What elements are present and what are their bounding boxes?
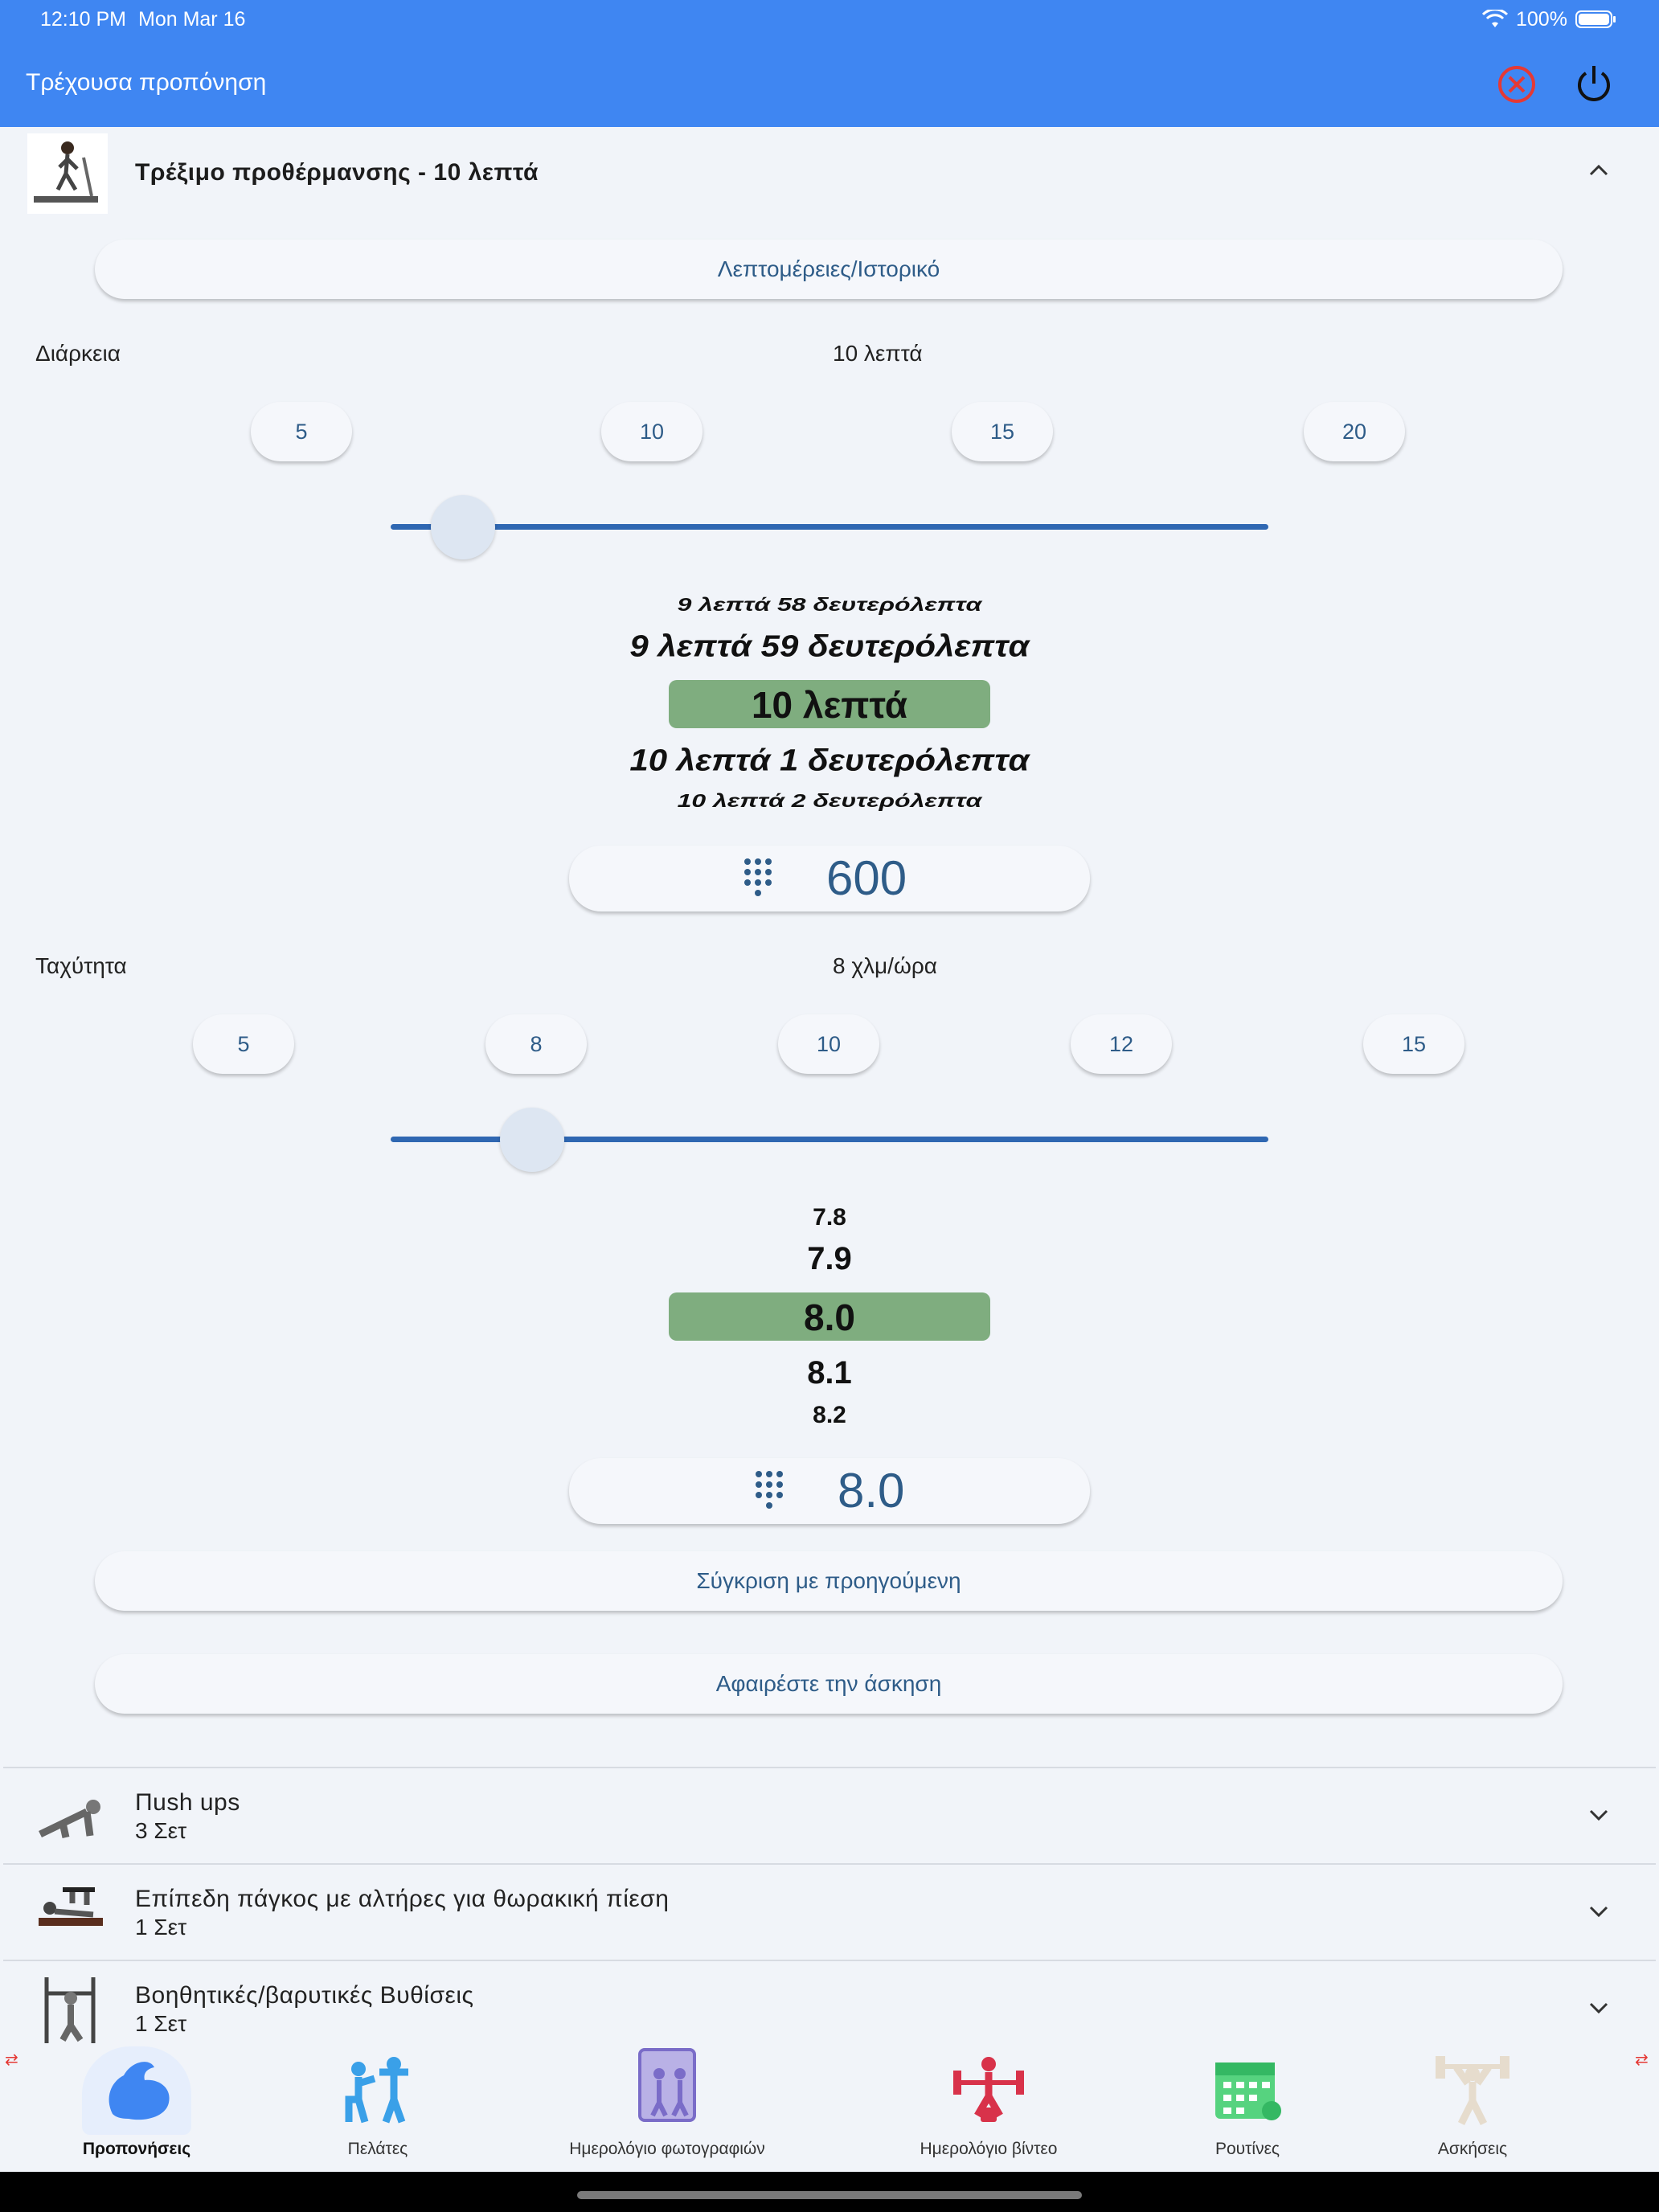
exercise-sets: 3 Σετ bbox=[135, 1818, 187, 1843]
barbell-exercise-icon bbox=[1432, 2048, 1513, 2132]
nav-label: Ρουτίνες bbox=[1215, 2140, 1280, 2158]
speed-chip-12[interactable]: 12 bbox=[1071, 1014, 1172, 1074]
remove-exercise-button[interactable]: Αφαιρέστε την άσκηση bbox=[95, 1654, 1563, 1714]
exercise-title: Επίπεδη πάγκος με αλτήρες για θωρακική π… bbox=[135, 1886, 670, 1912]
pushups-thumbnail bbox=[31, 1776, 111, 1857]
duration-chip-20[interactable]: 20 bbox=[1304, 402, 1405, 461]
status-time: 12:10 PM bbox=[40, 8, 127, 31]
status-date: Mon Mar 16 bbox=[138, 8, 246, 31]
duration-value: 10 λεπτά bbox=[833, 341, 923, 366]
nav-label: Πελάτες bbox=[347, 2140, 408, 2158]
speed-number-input[interactable]: 8.0 bbox=[569, 1458, 1090, 1524]
bottom-navigation: ⇄ ⇄ Προπονήσεις Πελάτες Ημερολόγιο φωτογ… bbox=[0, 2043, 1659, 2172]
duration-slider-thumb[interactable] bbox=[431, 495, 495, 559]
exercise-sets: 1 Σετ bbox=[135, 2011, 187, 2036]
treadmill-thumbnail bbox=[27, 133, 108, 214]
muscle-arm-icon bbox=[96, 2050, 177, 2134]
compare-previous-button[interactable]: Σύγκριση με προηγούμενη bbox=[95, 1551, 1563, 1611]
list-item[interactable]: Επίπεδη πάγκος με αλτήρες για θωρακική π… bbox=[3, 1865, 1656, 1961]
nav-item-clients[interactable]: Πελάτες bbox=[257, 2043, 498, 2164]
chevron-up-icon[interactable] bbox=[1587, 161, 1611, 184]
nav-label: Ασκήσεις bbox=[1437, 2140, 1508, 2158]
speed-chip-5[interactable]: 5 bbox=[193, 1014, 294, 1074]
home-indicator-area bbox=[0, 2172, 1659, 2212]
nav-item-exercises[interactable]: Ασκήσεις bbox=[1352, 2043, 1593, 2164]
speed-wheel-item[interactable]: 7.8 bbox=[0, 1204, 1659, 1231]
weightlifting-video-icon bbox=[950, 2051, 1027, 2129]
duration-wheel-selected[interactable]: 10 λεπτά bbox=[0, 683, 1659, 727]
home-indicator[interactable] bbox=[577, 2191, 1082, 2199]
speed-chip-10[interactable]: 10 bbox=[778, 1014, 879, 1074]
duration-wheel-item[interactable]: 9 λεπτά 58 δευτερόλεπτα bbox=[0, 594, 1659, 616]
wifi-icon bbox=[1481, 8, 1509, 33]
list-item[interactable]: Βοηθητικές/βαρυτικές Βυθίσεις 1 Σετ bbox=[3, 1961, 1656, 2043]
app-bar: 12:10 PM Mon Mar 16 100% Τρέχουσα προπόν… bbox=[0, 0, 1659, 127]
current-exercise-title: Τρέξιμο προθέρμανσης - 10 λεπτά bbox=[135, 159, 539, 186]
details-history-button[interactable]: Λεπτομέρειες/Ιστορικό bbox=[95, 240, 1563, 299]
duration-number-input[interactable]: 600 bbox=[569, 846, 1090, 911]
dips-thumbnail bbox=[31, 1969, 111, 2050]
duration-wheel-item[interactable]: 9 λεπτά 59 δευτερόλεπτα bbox=[0, 629, 1659, 663]
exercise-sets: 1 Σετ bbox=[135, 1915, 187, 1940]
speed-wheel-item[interactable]: 8.2 bbox=[0, 1402, 1659, 1429]
speed-chip-8[interactable]: 8 bbox=[485, 1014, 587, 1074]
nav-item-routines[interactable]: Ρουτίνες bbox=[1127, 2043, 1368, 2164]
duration-wheel-item[interactable]: 10 λεπτά 2 δευτερόλεπτα bbox=[0, 790, 1659, 812]
trainer-clients-icon bbox=[338, 2053, 418, 2129]
battery-icon bbox=[1575, 10, 1617, 33]
duration-label: Διάρκεια bbox=[35, 341, 121, 366]
exercise-title: Βοηθητικές/βαρυτικές Βυθίσεις bbox=[135, 1982, 474, 2009]
duration-chip-5[interactable]: 5 bbox=[251, 402, 352, 461]
exercise-title: Πush ups bbox=[135, 1789, 240, 1816]
chevron-down-icon[interactable] bbox=[1587, 1998, 1611, 2022]
speed-chip-15[interactable]: 15 bbox=[1363, 1014, 1464, 1074]
cancel-circle-icon[interactable] bbox=[1497, 64, 1537, 109]
speed-number: 8.0 bbox=[838, 1464, 905, 1518]
keypad-icon bbox=[756, 1471, 783, 1509]
keypad-icon bbox=[744, 858, 772, 896]
speed-slider-thumb[interactable] bbox=[500, 1108, 564, 1172]
speed-wheel-item[interactable]: 8.1 bbox=[0, 1355, 1659, 1391]
chevron-down-icon[interactable] bbox=[1587, 1902, 1611, 1925]
nav-item-workouts[interactable]: Προπονήσεις bbox=[16, 2043, 257, 2164]
duration-slider-track[interactable] bbox=[391, 524, 1268, 530]
nav-label: Προπονήσεις bbox=[82, 2140, 191, 2158]
page-title: Τρέχουσα προπόνηση bbox=[26, 69, 267, 96]
speed-wheel-selected[interactable]: 8.0 bbox=[0, 1296, 1659, 1339]
battery-percent: 100% bbox=[1516, 8, 1567, 31]
chevron-down-icon[interactable] bbox=[1587, 1805, 1611, 1829]
nav-label: Ημερολόγιο βίντεο bbox=[920, 2140, 1058, 2158]
speed-label: Ταχύτητα bbox=[35, 953, 127, 978]
nav-label: Ημερολόγιο φωτογραφιών bbox=[569, 2140, 765, 2158]
nav-item-video-diary[interactable]: Ημερολόγιο βίντεο bbox=[868, 2043, 1109, 2164]
duration-chip-10[interactable]: 10 bbox=[601, 402, 703, 461]
calendar-routine-icon bbox=[1212, 2054, 1284, 2128]
list-item[interactable]: Πush ups 3 Σετ bbox=[3, 1768, 1656, 1865]
bench-press-thumbnail bbox=[31, 1873, 111, 1953]
nav-item-photo-diary[interactable]: Ημερολόγιο φωτογραφιών bbox=[547, 2043, 788, 2164]
duration-wheel-item[interactable]: 10 λεπτά 1 δευτερόλεπτα bbox=[0, 743, 1659, 777]
speed-value: 8 χλμ/ώρα bbox=[833, 953, 937, 978]
photo-diary-icon bbox=[635, 2046, 699, 2128]
duration-chip-15[interactable]: 15 bbox=[952, 402, 1053, 461]
swap-arrows-icon: ⇄ bbox=[1635, 2051, 1649, 2069]
duration-number: 600 bbox=[826, 851, 907, 905]
power-icon[interactable] bbox=[1574, 63, 1614, 109]
speed-wheel-item[interactable]: 7.9 bbox=[0, 1241, 1659, 1277]
